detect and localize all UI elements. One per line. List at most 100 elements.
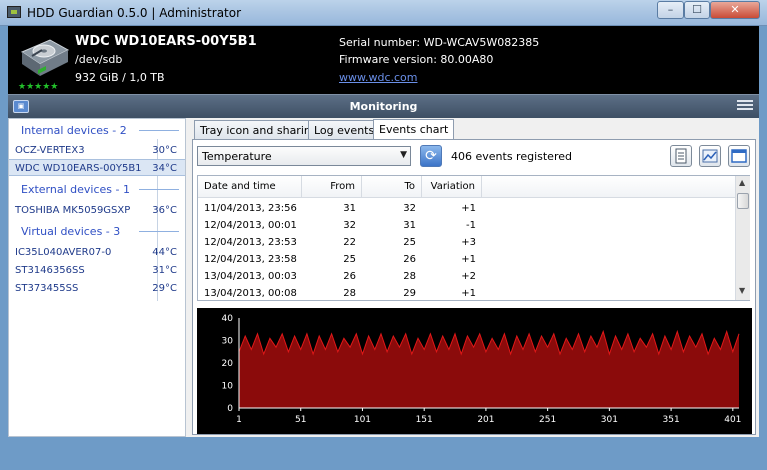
tab-log-events[interactable]: Log events <box>308 120 381 139</box>
device-item-temp: 29°C <box>152 283 177 294</box>
hamburger-menu-icon[interactable] <box>737 100 753 113</box>
device-item-selected[interactable]: WDC WD10EARS-00Y5B1 34°C <box>9 159 185 176</box>
table-row[interactable]: 11/04/2013, 23:56 31 32 +1 <box>198 201 735 218</box>
device-item[interactable]: ST373455SS 29°C <box>9 280 185 297</box>
tab-tray-icon-and-sharing[interactable]: Tray icon and sharing <box>194 120 324 139</box>
device-item-name: OCZ-VERTEX3 <box>15 145 85 156</box>
table-row[interactable]: 12/04/2013, 23:53 22 25 +3 <box>198 235 735 252</box>
table-cell: 11/04/2013, 23:56 <box>204 203 297 214</box>
scroll-down-icon[interactable]: ▼ <box>739 286 745 295</box>
table-cell: 32 <box>403 203 416 214</box>
device-list: Internal devices - 2 OCZ-VERTEX3 30°C WD… <box>8 118 186 437</box>
column-header-to[interactable]: To <box>362 176 422 198</box>
table-cell: 12/04/2013, 23:58 <box>204 254 297 265</box>
y-tick-label: 20 <box>222 359 234 369</box>
maximize-button[interactable]: ☐ <box>684 1 710 19</box>
chart-view-button[interactable] <box>699 145 721 167</box>
events-chart-panel: Temperature ▼ ⟳ 406 events registered Da… <box>192 139 756 435</box>
table-cell: +1 <box>461 203 476 214</box>
chevron-down-icon: ▼ <box>400 150 407 160</box>
event-type-select[interactable]: Temperature ▼ <box>197 146 411 166</box>
device-item[interactable]: IC35L040AVER07-0 44°C <box>9 244 185 261</box>
device-item-temp: 44°C <box>152 247 177 258</box>
device-path: /dev/sdb <box>75 53 123 66</box>
refresh-button[interactable]: ⟳ <box>420 145 442 167</box>
table-cell: +3 <box>461 237 476 248</box>
section-title: Monitoring <box>349 100 418 113</box>
monitoring-toolbar: ▣ Monitoring <box>8 94 759 118</box>
table-icon <box>675 148 687 164</box>
table-cell: 31 <box>343 203 356 214</box>
table-cell: 28 <box>403 271 416 282</box>
x-tick-label: 101 <box>354 415 371 425</box>
close-button[interactable]: ✕ <box>710 1 760 19</box>
firmware-version: Firmware version: 80.00A80 <box>339 53 494 66</box>
x-tick-label: 301 <box>601 415 618 425</box>
table-cell: 13/04/2013, 00:08 <box>204 288 297 299</box>
x-tick-label: 401 <box>724 415 741 425</box>
x-tick-label: 201 <box>477 415 494 425</box>
group-divider <box>139 189 179 190</box>
y-tick-label: 40 <box>222 314 234 324</box>
temperature-area <box>239 331 739 408</box>
table-cell: 29 <box>403 288 416 299</box>
manufacturer-link[interactable]: www.wdc.com <box>339 71 418 84</box>
chart-canvas: 0102030401 51 101 151 201 251 301 351 401 <box>222 314 742 425</box>
device-item-name: WDC WD10EARS-00Y5B1 <box>15 163 142 174</box>
table-cell: 12/04/2013, 00:01 <box>204 220 297 231</box>
table-row[interactable]: 12/04/2013, 00:01 32 31 -1 <box>198 218 735 235</box>
table-cell: 32 <box>343 220 356 231</box>
device-size: 932 GiB / 1,0 TB <box>75 71 165 84</box>
device-item-temp: 30°C <box>152 145 177 156</box>
health-rating: ★★★★★ <box>18 82 59 92</box>
group-divider <box>139 231 179 232</box>
table-cell: 26 <box>403 254 416 265</box>
table-row[interactable]: 13/04/2013, 00:08 28 29 +1 <box>198 286 735 303</box>
table-cell: 25 <box>403 237 416 248</box>
save-chart-button[interactable] <box>728 145 750 167</box>
scroll-up-icon[interactable]: ▲ <box>739 178 745 187</box>
event-type-value: Temperature <box>202 150 272 163</box>
tab-events-chart[interactable]: Events chart <box>373 119 455 140</box>
table-cell: 13/04/2013, 00:03 <box>204 271 297 282</box>
device-name: WDC WD10EARS-00Y5B1 <box>75 34 257 49</box>
window-title: HDD Guardian 0.5.0 | Administrator <box>27 6 242 20</box>
table-row[interactable]: 12/04/2013, 23:58 25 26 +1 <box>198 252 735 269</box>
device-item-name: ST3146356SS <box>15 265 85 276</box>
table-cell: -1 <box>466 220 476 231</box>
device-item-temp: 34°C <box>152 163 177 174</box>
temperature-chart: 0 10 20 30 40 1 51 101 151 201 251 301 351 401 <box>197 308 752 434</box>
device-item[interactable]: TOSHIBA MK5059GSXP 36°C <box>9 202 185 219</box>
column-header-from[interactable]: From <box>302 176 362 198</box>
group-external-label: External devices - 1 <box>21 183 130 196</box>
column-header-filler <box>482 176 735 198</box>
x-tick-label: 1 <box>236 415 242 425</box>
line-chart-icon <box>702 149 718 163</box>
column-header-variation[interactable]: Variation <box>422 176 482 198</box>
x-tick-label: 251 <box>539 415 556 425</box>
column-header-date[interactable]: Date and time <box>198 176 302 198</box>
events-count: 406 events registered <box>451 150 572 163</box>
table-row[interactable]: 13/04/2013, 00:03 26 28 +2 <box>198 269 735 286</box>
y-tick-label: 0 <box>227 404 233 414</box>
device-item[interactable]: OCZ-VERTEX3 30°C <box>9 142 185 159</box>
minimize-button[interactable]: – <box>657 1 684 19</box>
device-item-name: TOSHIBA MK5059GSXP <box>15 205 131 216</box>
table-view-button[interactable] <box>670 145 692 167</box>
x-tick-label: 351 <box>663 415 680 425</box>
scroll-thumb[interactable] <box>737 193 749 209</box>
table-cell: 28 <box>343 288 356 299</box>
table-scrollbar[interactable]: ▲ ▼ <box>735 176 750 300</box>
title-bar: HDD Guardian 0.5.0 | Administrator – ☐ ✕ <box>0 0 767 26</box>
table-cell: +1 <box>461 254 476 265</box>
device-item-name: IC35L040AVER07-0 <box>15 247 112 258</box>
hard-drive-icon <box>20 39 70 76</box>
device-item[interactable]: ST3146356SS 31°C <box>9 262 185 279</box>
table-cell: +2 <box>461 271 476 282</box>
table-cell: 25 <box>343 254 356 265</box>
device-item-name: ST373455SS <box>15 283 79 294</box>
group-virtual-label: Virtual devices - 3 <box>21 225 121 238</box>
window-icon <box>731 149 747 163</box>
table-cell: +1 <box>461 288 476 299</box>
device-item-temp: 36°C <box>152 205 177 216</box>
